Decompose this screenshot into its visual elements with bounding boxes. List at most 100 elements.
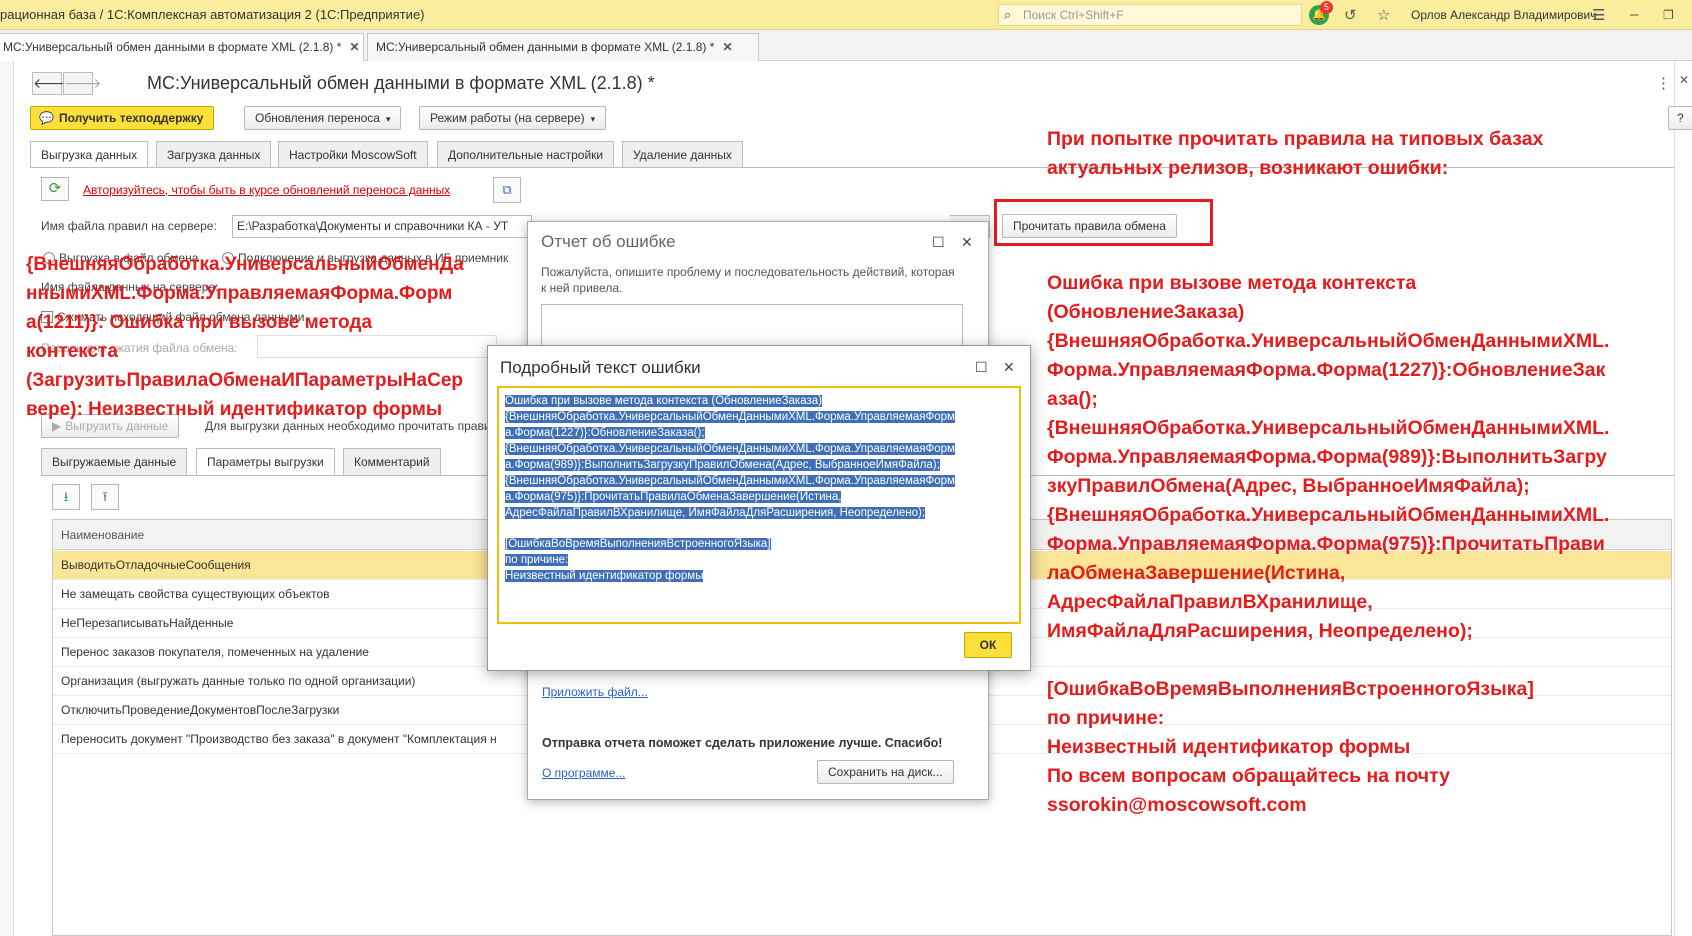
annotation-line: актуальных релизов, возникают ошибки: [1047,157,1449,179]
error-line: а.Форма(989)}:ВыполнитьЗагрузкуПравилОбм… [505,459,940,471]
menu-icon[interactable]: ☰ [1592,6,1605,24]
annotation-line: Форма.УправляемаяФорма.Форма(975)}:Прочи… [1047,533,1605,555]
chat-icon: 💬 [39,111,54,125]
error-line: а.Форма(1227)}:ОбновлениеЗаказа(); [505,427,705,439]
search-placeholder: Поиск Ctrl+Shift+F [1023,8,1124,22]
left-panel-strip [0,61,14,936]
annotation-line: По всем вопросам обращайтесь на почту [1047,765,1450,787]
annotation-line: (ЗагрузитьПравилаОбменаИПараметрыНаСер [26,370,463,391]
annotation-left: {ВнешняяОбработка.УниверсальныйОбменДа н… [26,250,516,424]
search-input[interactable]: ⌕ Поиск Ctrl+Shift+F [998,4,1302,26]
tab-export-params[interactable]: Параметры выгрузки [196,448,335,476]
error-line: {ВнешняяОбработка.УниверсальныйОбменДанн… [505,475,955,487]
user-name[interactable]: Орлов Александр Владимирович [1411,8,1597,22]
tab-delete-data[interactable]: Удаление данных [622,141,743,168]
window-tab-label: МС:Универсальный обмен данными в формате… [3,40,342,54]
annotation-line: При попытке прочитать правила на типовых… [1047,128,1544,150]
error-line: АдресФайлаПравилВХранилище, ИмяФайлаДляР… [505,507,926,519]
restore-icon[interactable]: ❐ [1663,8,1674,22]
close-icon[interactable]: ✕ [722,40,732,54]
mode-label: Режим работы (на сервере) [430,111,585,125]
annotation-right: Ошибка при вызове метода контекста (Обно… [1047,269,1677,820]
annotation-line: Ошибка при вызове метода контекста [1047,272,1417,294]
close-icon[interactable]: ✕ [961,234,973,251]
error-detail-dialog: Подробный текст ошибки ☐ ✕ Ошибка при вы… [487,345,1031,671]
more-actions-icon[interactable]: ⋮ [1656,74,1671,92]
annotation-top: При попытке прочитать правила на типовых… [1047,125,1647,183]
error-line: по причине: [505,554,569,566]
annotation-line: ssorokin@moscowsoft.com [1047,794,1307,816]
auth-link[interactable]: Авторизуйтесь, чтобы быть в курсе обновл… [83,183,450,197]
annotation-line: аза(); [1047,388,1098,410]
close-icon[interactable]: ✕ [349,40,359,54]
attach-file-link[interactable]: Приложить файл... [542,685,648,699]
notification-count-badge: 5 [1320,1,1333,14]
annotation-line: зкуПравилОбмена(Адрес, ВыбранноеИмяФайла… [1047,475,1530,497]
dialog-description: Пожалуйста, опишите проблему и последова… [541,265,955,295]
minimize-icon[interactable]: – [1630,6,1638,23]
updates-dropdown-button[interactable]: Обновления переноса ▾ [244,106,402,130]
window-tab-2[interactable]: МС:Универсальный обмен данными в формате… [367,33,759,61]
updates-label: Обновления переноса [255,111,380,125]
annotation-line: {ВнешняяОбработка.УниверсальныйОбменДанн… [1047,504,1610,526]
tab-import[interactable]: Загрузка данных [156,141,272,168]
dialog-title: Отчет об ошибке [541,232,676,251]
mode-dropdown-button[interactable]: Режим работы (на сервере) ▾ [419,106,607,130]
tab-moscowsoft-settings[interactable]: Настройки MoscowSoft [278,141,428,168]
annotation-line: по причине: [1047,707,1165,729]
get-support-label: Получить техподдержку [59,111,204,125]
favorites-star-icon[interactable]: ☆ [1377,6,1390,24]
chevron-down-icon: ▾ [590,114,596,124]
close-icon[interactable]: ✕ [1003,359,1015,376]
description-textarea[interactable] [541,304,963,348]
error-line: Ошибка при вызове метода контекста (Обно… [505,395,822,407]
forward-button[interactable]: 🡒 [63,72,102,95]
get-support-button[interactable]: 💬 Получить техподдержку [30,106,215,130]
help-button[interactable]: ? [1668,106,1692,130]
chevron-down-icon: ▾ [385,114,391,124]
tab-exported-data[interactable]: Выгружаемые данные [41,448,188,476]
annotation-line: вере): Неизвестный идентификатор формы [26,399,443,420]
close-icon[interactable]: ✕ [1679,73,1689,87]
search-icon: ⌕ [1004,7,1012,22]
ok-button[interactable]: ОК [964,632,1012,658]
title-bar: рационная база / 1С:Комплексная автомати… [0,0,1692,30]
about-link[interactable]: О программе... [542,766,625,780]
error-line: {ВнешняяОбработка.УниверсальныйОбменДанн… [505,411,955,423]
error-text-area[interactable]: Ошибка при вызове метода контекста (Обно… [497,386,1021,624]
annotation-line: {ВнешняяОбработка.УниверсальныйОбменДанн… [1047,330,1610,352]
highlight-box [994,199,1213,246]
maximize-icon[interactable]: ☐ [932,234,945,251]
window-tab-label: МС:Универсальный обмен данными в формате… [376,40,715,54]
tab-comment[interactable]: Комментарий [343,448,441,476]
annotation-line: ИмяФайлаДляРасширения, Неопределено); [1047,620,1473,642]
save-to-disk-button[interactable]: Сохранить на диск... [817,760,954,784]
annotation-line: Форма.УправляемаяФорма.Форма(1227)}:Обно… [1047,359,1606,381]
tab-additional-settings[interactable]: Дополнительные настройки [437,141,615,168]
maximize-icon[interactable]: ☐ [975,359,988,376]
annotation-line: ннымиXML.Форма.УправляемаяФорма.Форм [26,283,453,304]
annotation-line: {ВнешняяОбработка.УниверсальныйОбменДанн… [1047,417,1610,439]
history-icon[interactable]: ↺ [1344,6,1357,24]
annotation-line: а(1211)}: Ошибка при вызове метода [26,312,373,333]
annotation-line: Форма.УправляемаяФорма.Форма(989)}:Выпол… [1047,446,1607,468]
error-line: а.Форма(975)}:ПрочитатьПравилаОбменаЗаве… [505,491,842,503]
annotation-line: контекста [26,341,118,362]
annotation-line: АдресФайлаПравилВХранилище, [1047,591,1373,613]
tab-export[interactable]: Выгрузка данных [30,141,149,168]
back-button[interactable]: 🡐 [32,72,71,95]
copy-button[interactable]: ⧉ [493,177,521,203]
rules-path-input[interactable]: E:\Разработка\Документы и справочники КА… [232,215,532,238]
window-tab-1[interactable]: МС:Универсальный обмен данными в формате… [0,33,364,61]
load-settings-button[interactable]: ⭳ [52,484,80,510]
annotation-line: Неизвестный идентификатор формы [1047,736,1411,758]
annotation-line: {ВнешняяОбработка.УниверсальныйОбменДа [26,254,464,275]
rules-file-label: Имя файла правил на сервере: [41,219,217,233]
window-tabs-bar: МС:Универсальный обмен данными в формате… [0,30,1692,61]
window-title: рационная база / 1С:Комплексная автомати… [0,7,425,22]
error-line: [ОшибкаВоВремяВыполненияВстроенногоЯзыка… [505,538,771,550]
thanks-text: Отправка отчета поможет сделать приложен… [542,736,943,750]
save-settings-button[interactable]: ⭱ [91,484,119,510]
error-line: {ВнешняяОбработка.УниверсальныйОбменДанн… [505,443,955,455]
refresh-button[interactable]: ⟳ [41,177,69,201]
